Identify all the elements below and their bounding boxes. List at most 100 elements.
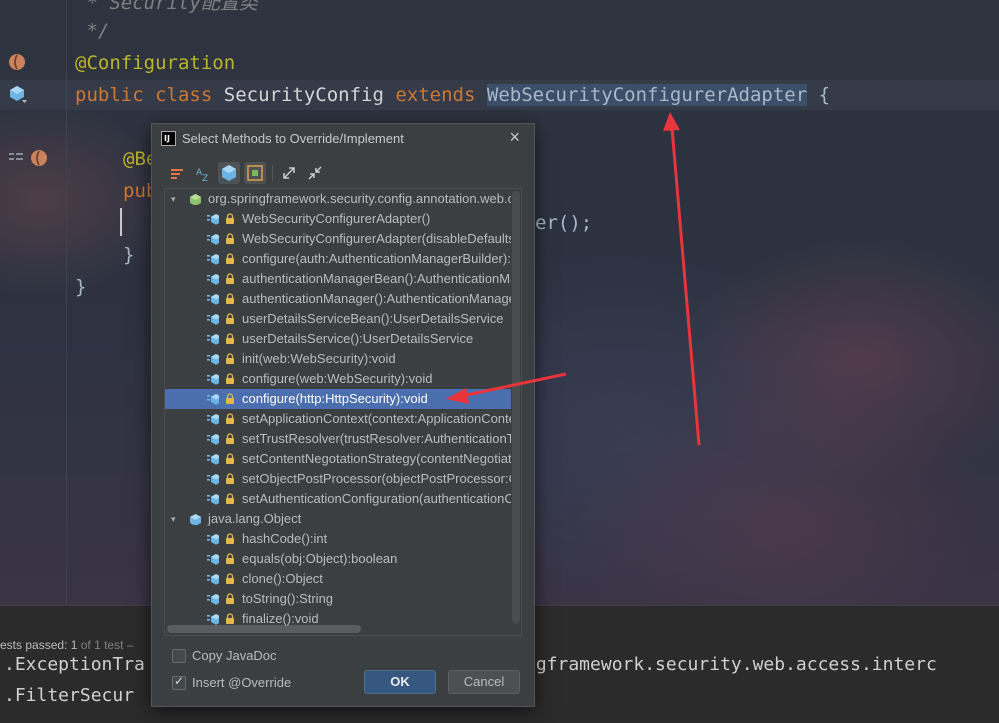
lock-icon	[226, 473, 234, 484]
method-icon	[207, 534, 219, 545]
dialog-title-bar[interactable]: IJ Select Methods to Override/Implement …	[152, 124, 534, 154]
keyword-class: class	[155, 84, 213, 106]
keyword-extends: extends	[395, 84, 476, 106]
tree-method-row[interactable]: setTrustResolver(trustResolver:Authentic…	[165, 429, 511, 449]
override-gutter-icons[interactable]	[8, 149, 48, 167]
superclass-name[interactable]: WebSecurityConfigurerAdapter	[486, 84, 808, 106]
tree-method-row[interactable]: WebSecurityConfigurerAdapter()	[165, 209, 511, 229]
lock-icon	[226, 273, 234, 284]
method-signature: WebSecurityConfigurerAdapter(disableDefa…	[242, 231, 511, 246]
method-icon	[207, 394, 219, 405]
lock-icon	[226, 393, 234, 404]
tree-method-row[interactable]: setObjectPostProcessor(objectPostProcess…	[165, 469, 511, 489]
method-signature: WebSecurityConfigurerAdapter()	[242, 211, 431, 226]
tree-method-row[interactable]: finalize():void	[165, 609, 511, 629]
code-line-method-close: }	[123, 244, 135, 266]
code-line-class-close: }	[75, 276, 87, 298]
tree-method-row[interactable]: toString():String	[165, 589, 511, 609]
implemented-icon[interactable]	[8, 85, 27, 103]
bean-icon[interactable]	[8, 53, 26, 71]
tree-method-row[interactable]: init(web:WebSecurity):void	[165, 349, 511, 369]
lock-icon	[226, 333, 234, 344]
tree-method-row[interactable]: clone():Object	[165, 569, 511, 589]
lock-icon	[226, 293, 234, 304]
collapse-all-icon[interactable]	[304, 162, 326, 184]
tree-method-row[interactable]: WebSecurityConfigurerAdapter(disableDefa…	[165, 229, 511, 249]
method-signature: configure(auth:AuthenticationManagerBuil…	[242, 251, 511, 266]
insert-override-checkbox[interactable]	[172, 674, 186, 690]
method-signature: userDetailsServiceBean():UserDetailsServ…	[242, 311, 504, 326]
tree-group-label: java.lang.Object	[208, 511, 302, 526]
method-icon	[207, 374, 219, 385]
lock-icon	[226, 613, 234, 624]
tree-group-row[interactable]: ▾ java.lang.Object	[165, 509, 511, 529]
tree-method-row[interactable]: configure(web:WebSecurity):void	[165, 369, 511, 389]
intellij-logo-icon: IJ	[161, 131, 176, 146]
test-status-prefix: ests passed:	[0, 638, 71, 652]
method-signature: setContentNegotationStrategy(contentNego…	[242, 451, 511, 466]
method-icon	[207, 614, 219, 625]
tree-method-row[interactable]: userDetailsServiceBean():UserDetailsServ…	[165, 309, 511, 329]
method-icon	[207, 214, 219, 225]
close-icon[interactable]: ×	[509, 127, 520, 148]
chevron-down-icon[interactable]: ▾	[171, 189, 181, 209]
sort-icon[interactable]	[166, 162, 188, 184]
vertical-scrollbar[interactable]	[512, 191, 520, 623]
tree-method-row[interactable]: hashCode():int	[165, 529, 511, 549]
method-icon	[207, 314, 219, 325]
lock-icon	[226, 553, 234, 564]
tree-method-row[interactable]: equals(obj:Object):boolean	[165, 549, 511, 569]
console-line: .ExceptionTra	[4, 654, 145, 675]
chevron-down-icon[interactable]: ▾	[171, 509, 181, 529]
tree-method-row[interactable]: setAuthenticationConfiguration(authentic…	[165, 489, 511, 509]
lock-icon	[226, 433, 234, 444]
method-icon	[207, 434, 219, 445]
lock-icon	[226, 453, 234, 464]
override-methods-dialog[interactable]: IJ Select Methods to Override/Implement …	[151, 123, 535, 707]
lock-icon	[226, 213, 234, 224]
method-icon	[207, 494, 219, 505]
method-signature: setTrustResolver(trustResolver:Authentic…	[242, 431, 511, 446]
code-line-comment: * Security配置类	[75, 0, 258, 14]
copy-javadoc-checkbox[interactable]	[172, 649, 186, 663]
class-name: SecurityConfig	[223, 84, 384, 106]
tree-method-row[interactable]: configure(auth:AuthenticationManagerBuil…	[165, 249, 511, 269]
method-icon	[207, 414, 219, 425]
code-line-tail: er();	[535, 212, 593, 234]
tree-group-label: org.springframework.security.config.anno…	[208, 191, 511, 206]
tree-group-row[interactable]: ▾ org.springframework.security.config.ann…	[165, 189, 511, 209]
method-signature: finalize():void	[242, 611, 319, 626]
method-icon	[207, 334, 219, 345]
lock-icon	[226, 253, 234, 264]
console-line: ngframework.security.web.access.interc	[525, 654, 937, 675]
method-signature: setObjectPostProcessor(objectPostProcess…	[242, 471, 511, 486]
method-icon	[207, 234, 219, 245]
methods-tree[interactable]: ▾ org.springframework.security.config.ann…	[164, 188, 522, 636]
dialog-title: Select Methods to Override/Implement	[182, 131, 404, 146]
tree-method-row[interactable]: authenticationManagerBean():Authenticati…	[165, 269, 511, 289]
filter-icon[interactable]	[244, 162, 266, 184]
method-signature: init(web:WebSecurity):void	[242, 351, 396, 366]
method-icon	[207, 474, 219, 485]
expand-all-icon[interactable]	[278, 162, 300, 184]
tree-method-row[interactable]: authenticationManager():AuthenticationMa…	[165, 289, 511, 309]
ok-button[interactable]: OK	[364, 670, 436, 694]
sort-alpha-icon[interactable]: AZ	[192, 162, 214, 184]
method-signature: equals(obj:Object):boolean	[242, 551, 398, 566]
method-signature: configure(web:WebSecurity):void	[242, 371, 433, 386]
console-line: .FilterSecur	[4, 685, 135, 706]
test-status-suffix: of 1 test –	[77, 638, 134, 652]
tree-method-row-selected[interactable]: configure(http:HttpSecurity):void	[165, 389, 511, 409]
method-signature: userDetailsService():UserDetailsService	[242, 331, 474, 346]
class-icon[interactable]	[218, 162, 240, 184]
cancel-button[interactable]: Cancel	[448, 670, 520, 694]
lock-icon	[226, 233, 234, 244]
method-signature: toString():String	[242, 591, 334, 606]
copy-javadoc-label: Copy JavaDoc	[192, 648, 277, 663]
tree-method-row[interactable]: setApplicationContext(context:Applicatio…	[165, 409, 511, 429]
tree-method-row[interactable]: userDetailsService():UserDetailsService	[165, 329, 511, 349]
tree-method-row[interactable]: setContentNegotationStrategy(contentNego…	[165, 449, 511, 469]
lock-icon	[226, 413, 234, 424]
lock-icon	[226, 573, 234, 584]
keyword-public: public	[75, 84, 144, 106]
